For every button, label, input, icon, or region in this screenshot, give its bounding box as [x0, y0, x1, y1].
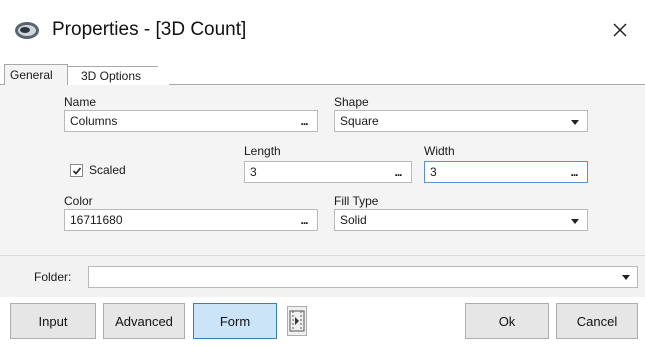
chevron-down-icon	[622, 275, 630, 280]
color-label: Color	[64, 194, 93, 208]
chevron-down-icon	[571, 120, 579, 125]
length-value: 3	[250, 165, 257, 179]
form-button[interactable]: Form	[193, 303, 277, 339]
fill-type-value: Solid	[340, 213, 367, 227]
tab-label: 3D Options	[81, 69, 142, 83]
play-frame-icon	[289, 310, 305, 332]
shape-select[interactable]: Square	[334, 110, 588, 132]
length-field[interactable]: 3 ...	[244, 161, 412, 183]
tab-label: General	[10, 68, 53, 82]
scaled-checkbox[interactable]	[70, 164, 83, 177]
name-value: Columns	[70, 114, 118, 128]
tab-general[interactable]: General	[4, 64, 68, 85]
properties-dialog: Properties - [3D Count] 3D Options Gener…	[0, 0, 645, 347]
app-logo-icon	[15, 22, 39, 39]
ok-button[interactable]: Ok	[465, 303, 549, 339]
length-label: Length	[244, 144, 281, 158]
folder-row: Folder:	[0, 255, 645, 297]
folder-label: Folder:	[34, 270, 72, 284]
color-value: 16711680	[70, 213, 123, 227]
width-browse-button[interactable]: ...	[561, 162, 587, 182]
tab-strip: 3D Options General	[0, 58, 645, 85]
name-field[interactable]: Columns ...	[64, 110, 318, 132]
color-browse-button[interactable]: ...	[291, 210, 317, 230]
cancel-button[interactable]: Cancel	[556, 303, 638, 339]
fill-type-select[interactable]: Solid	[334, 209, 588, 231]
scaled-label: Scaled	[89, 163, 126, 177]
tab-3d-options[interactable]: 3D Options	[66, 66, 170, 85]
width-field[interactable]: 3 ...	[424, 161, 588, 183]
name-label: Name	[64, 95, 97, 109]
play-frame-button[interactable]	[287, 306, 307, 336]
advanced-button[interactable]: Advanced	[103, 303, 185, 339]
chevron-down-icon	[571, 219, 579, 224]
general-form: Name Columns ... Shape Square Scaled Len…	[0, 84, 645, 255]
close-icon[interactable]	[602, 12, 638, 48]
width-value: 3	[430, 165, 437, 179]
title-bar: Properties - [3D Count]	[0, 0, 645, 58]
length-browse-button[interactable]: ...	[385, 162, 411, 182]
button-bar: Input Advanced Form Ok Cancel	[0, 297, 645, 347]
input-button[interactable]: Input	[10, 303, 96, 339]
fill-type-label: Fill Type	[334, 194, 379, 208]
window-title: Properties - [3D Count]	[52, 19, 247, 40]
checkmark-icon	[72, 167, 82, 175]
color-field[interactable]: 16711680 ...	[64, 209, 318, 231]
width-label: Width	[424, 144, 455, 158]
shape-value: Square	[340, 114, 379, 128]
shape-label: Shape	[334, 95, 369, 109]
name-browse-button[interactable]: ...	[291, 111, 317, 131]
folder-select[interactable]	[88, 266, 638, 288]
